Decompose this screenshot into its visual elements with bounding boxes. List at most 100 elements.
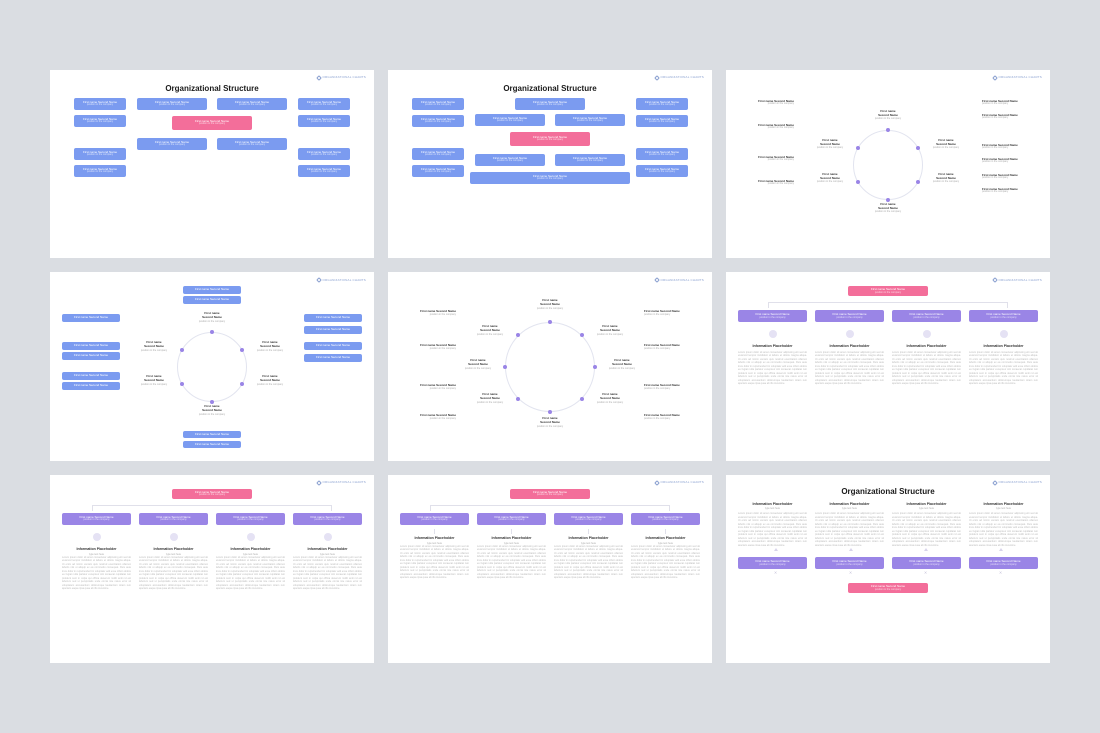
arrow-up-icon	[774, 548, 778, 551]
ring-dot	[856, 180, 860, 184]
slide-title: Organizational Structure	[60, 84, 364, 94]
person-node: First nameSecond Nameposition in the com…	[926, 139, 966, 149]
root-person-card: First name Second Nameposition in the co…	[848, 583, 928, 593]
person-card: First name Second Nameposition in the co…	[216, 513, 285, 525]
person-card: First name Second Name	[304, 314, 362, 321]
person-card: First name Second Nameposition in the co…	[738, 557, 807, 569]
info-column: Information Placeholdertype text hereLor…	[139, 545, 208, 634]
arrow-up-icon	[999, 548, 1003, 551]
person-card: First name Second Nameposition in the co…	[815, 557, 884, 569]
slide-4[interactable]: ORGANIZATIONAL CHARTS First nameSecond N…	[50, 272, 374, 460]
slide-grid: ORGANIZATIONAL CHARTS Organizational Str…	[50, 70, 1050, 663]
person-card: First name Second Nameposition in the co…	[969, 557, 1038, 569]
avatar-icon	[1000, 330, 1008, 338]
person-card: First name Second Name	[183, 296, 241, 303]
person-card: First name Second Name	[304, 342, 362, 349]
person-leaf: First name Second Nameposition in the co…	[978, 112, 1036, 122]
avatar-icon	[93, 533, 101, 541]
person-leaf: First name Second Nameposition in the co…	[978, 172, 1036, 182]
person-node: First nameSecond Nameposition in the com…	[926, 173, 966, 183]
info-column: Information Placeholdertype text hereLor…	[631, 534, 700, 623]
slide-6[interactable]: ORGANIZATIONAL CHARTS First name Second …	[726, 272, 1050, 460]
watermark: ORGANIZATIONAL CHARTS	[655, 481, 704, 485]
person-card: First name Second Name	[304, 354, 362, 361]
person-card: First name Second Nameposition in the co…	[74, 115, 126, 127]
person-card: First name Second Nameposition in the co…	[892, 557, 961, 569]
arrow-up-icon	[924, 548, 928, 551]
person-card: First name Second Nameposition in the co…	[555, 114, 625, 126]
info-column: Information Placeholdertype text hereLor…	[400, 534, 469, 623]
ring-dot	[916, 180, 920, 184]
ring-dot	[886, 128, 890, 132]
slide-9[interactable]: ORGANIZATIONAL CHARTS Organizational Str…	[726, 475, 1050, 663]
person-card: First name Second Nameposition in the co…	[631, 513, 700, 525]
person-card: First name Second Nameposition in the co…	[298, 165, 350, 177]
person-card: First name Second Name	[62, 314, 120, 321]
cross-icon: ✕	[924, 571, 927, 576]
person-card: First name Second Nameposition in the co…	[137, 138, 207, 150]
slide-3[interactable]: ORGANIZATIONAL CHARTS First nameSecond N…	[726, 70, 1050, 258]
person-card: First name Second Name	[62, 352, 120, 359]
person-leaf: First name Second Nameposition in the co…	[978, 156, 1036, 166]
avatar-icon	[247, 533, 255, 541]
person-leaf: First name Second Nameposition in the co…	[978, 142, 1036, 152]
info-column: Information PlaceholderLorem ipsum dolor…	[969, 342, 1038, 398]
info-column: Information PlaceholderLorem ipsum dolor…	[738, 342, 807, 398]
slide-7[interactable]: ORGANIZATIONAL CHARTS First name Second …	[50, 475, 374, 663]
person-card: First name Second Nameposition in the co…	[62, 513, 131, 525]
person-card: First name Second Name	[183, 286, 241, 293]
avatar-icon	[846, 330, 854, 338]
ring-icon	[177, 332, 247, 402]
info-column: Information PlaceholderLorem ipsum dolor…	[815, 342, 884, 398]
person-card: First name Second Nameposition in the co…	[298, 148, 350, 160]
person-card: First name Second Nameposition in the co…	[969, 310, 1038, 322]
cross-row: ✕ ✕ ✕ ✕	[738, 571, 1038, 576]
person-card: First name Second Nameposition in the co…	[892, 310, 961, 322]
person-card: First name Second Nameposition in the co…	[139, 513, 208, 525]
cross-icon: ✕	[849, 571, 852, 576]
person-card: First name Second Nameposition in the co…	[412, 165, 464, 177]
person-card: First name Second Name	[304, 326, 362, 333]
person-card: First name Second Nameposition in the co…	[217, 138, 287, 150]
ring-icon	[853, 130, 923, 200]
person-leaf: First name Second Nameposition in the co…	[740, 98, 798, 108]
person-card: First name Second Name	[62, 342, 120, 349]
person-card: First name Second Nameposition in the co…	[477, 513, 546, 525]
watermark: ORGANIZATIONAL CHARTS	[317, 76, 366, 80]
person-card: First name Second Nameposition in the co…	[74, 148, 126, 160]
person-card: First name Second Nameposition in the co…	[515, 98, 585, 110]
avatar-icon	[923, 330, 931, 338]
person-card: First name Second Nameposition in the co…	[412, 98, 464, 110]
person-card: First name Second Name	[62, 382, 120, 389]
person-card: First name Second Nameposition in the co…	[217, 98, 287, 110]
person-card: First name Second Nameposition in the co…	[738, 310, 807, 322]
avatar-row	[738, 328, 1038, 340]
person-card: First name Second Nameposition in the co…	[636, 148, 688, 160]
person-card: First name Second Nameposition in the co…	[298, 98, 350, 110]
cross-icon: ✕	[774, 571, 777, 576]
person-node: First nameSecond Nameposition in the com…	[810, 173, 850, 183]
person-card: First name Second Nameposition in the co…	[293, 513, 362, 525]
person-card: First name Second Nameposition in the co…	[412, 148, 464, 160]
person-card: First name Second Name	[183, 441, 241, 448]
slide-1[interactable]: ORGANIZATIONAL CHARTS Organizational Str…	[50, 70, 374, 258]
person-card: First name Second Nameposition in the co…	[470, 172, 630, 184]
info-column: Information Placeholdertype text hereLor…	[738, 502, 807, 546]
person-leaf: First name Second Nameposition in the co…	[978, 98, 1036, 108]
slide-title: Organizational Structure	[841, 487, 934, 497]
arrow-up-icon	[849, 548, 853, 551]
person-card: First name Second Nameposition in the co…	[412, 115, 464, 127]
person-card: First name Second Nameposition in the co…	[636, 98, 688, 110]
person-node: First nameSecond Nameposition in the com…	[868, 110, 908, 120]
info-column: Information PlaceholderLorem ipsum dolor…	[892, 342, 961, 398]
ring-dot	[916, 146, 920, 150]
slide-2[interactable]: ORGANIZATIONAL CHARTS Organizational Str…	[388, 70, 712, 258]
arrow-row	[738, 548, 1038, 551]
slide-5[interactable]: ORGANIZATIONAL CHARTS First nameSecond N…	[388, 272, 712, 460]
person-card: First name Second Nameposition in the co…	[554, 513, 623, 525]
person-leaf: First name Second Nameposition in the co…	[978, 186, 1036, 196]
info-column: Information Placeholdertype text hereLor…	[293, 545, 362, 634]
person-card: First name Second Nameposition in the co…	[475, 154, 545, 166]
slide-8[interactable]: ORGANIZATIONAL CHARTS First name Second …	[388, 475, 712, 663]
info-column: Information Placeholdertype text hereLor…	[815, 502, 884, 546]
